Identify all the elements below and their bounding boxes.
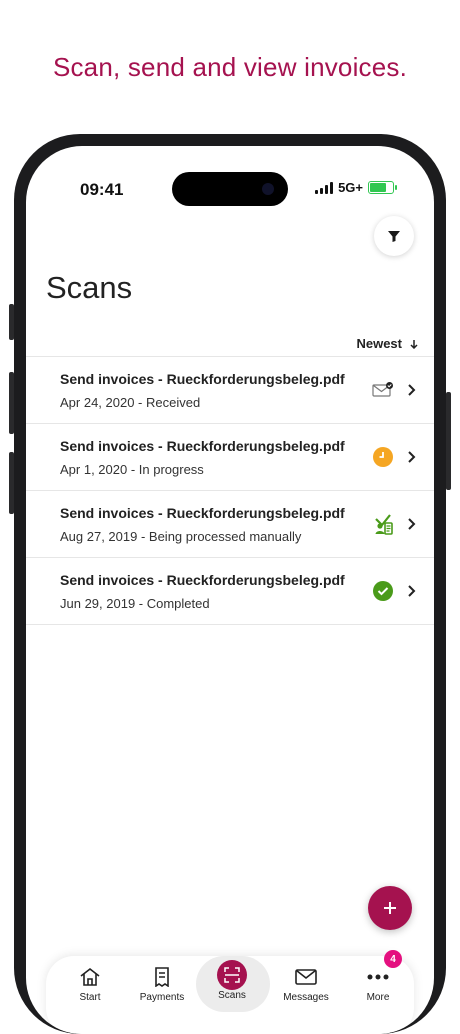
status-time: 09:41 bbox=[80, 180, 124, 199]
nav-item-more[interactable]: More 4 bbox=[340, 950, 416, 1016]
phone-screen: 09:41 5G+ Scans Newest Send invoices - R… bbox=[26, 146, 434, 1034]
add-scan-button[interactable] bbox=[368, 886, 412, 930]
status-indicators: 5G+ bbox=[315, 180, 397, 195]
nav-item-start[interactable]: Start bbox=[52, 956, 128, 1016]
volume-up-button bbox=[9, 372, 14, 434]
chevron-right-icon bbox=[408, 585, 416, 597]
list-item[interactable]: Send invoices - Rueckforderungsbeleg.pdf… bbox=[26, 357, 434, 424]
nav-label: Scans bbox=[218, 990, 246, 1001]
scans-list: Send invoices - Rueckforderungsbeleg.pdf… bbox=[26, 356, 434, 625]
filter-button[interactable] bbox=[374, 216, 414, 256]
list-item[interactable]: Send invoices - Rueckforderungsbeleg.pdf… bbox=[26, 558, 434, 625]
check-circle-icon bbox=[372, 580, 394, 602]
nav-label: More bbox=[366, 992, 390, 1003]
arrow-down-icon bbox=[410, 339, 418, 349]
nav-item-payments[interactable]: Payments bbox=[124, 956, 200, 1016]
signal-icon bbox=[315, 181, 334, 194]
item-title: Send invoices - Rueckforderungsbeleg.pdf bbox=[60, 371, 345, 387]
receipt-icon bbox=[153, 966, 171, 988]
network-label: 5G+ bbox=[338, 180, 363, 195]
nav-item-messages[interactable]: Messages bbox=[268, 956, 344, 1016]
battery-icon bbox=[368, 181, 397, 194]
list-item[interactable]: Send invoices - Rueckforderungsbeleg.pdf… bbox=[26, 424, 434, 491]
item-title: Send invoices - Rueckforderungsbeleg.pdf bbox=[60, 505, 345, 521]
plus-icon bbox=[384, 902, 396, 914]
nav-label: Start bbox=[79, 992, 101, 1003]
home-icon bbox=[79, 966, 101, 988]
sort-label: Newest bbox=[356, 336, 402, 351]
item-subtitle: Jun 29, 2019 - Completed bbox=[60, 596, 210, 611]
item-title: Send invoices - Rueckforderungsbeleg.pdf bbox=[60, 438, 345, 454]
page-title: Scans bbox=[46, 270, 133, 305]
item-subtitle: Apr 24, 2020 - Received bbox=[60, 395, 201, 410]
chevron-right-icon bbox=[408, 451, 416, 463]
scan-icon bbox=[217, 960, 247, 990]
phone-frame: 09:41 5G+ Scans Newest Send invoices - R… bbox=[9, 134, 451, 1034]
clock-icon bbox=[372, 446, 394, 468]
document-person-icon bbox=[372, 513, 394, 535]
chevron-right-icon bbox=[408, 384, 416, 396]
more-dots-icon bbox=[367, 966, 389, 988]
power-button bbox=[446, 392, 451, 490]
list-item[interactable]: Send invoices - Rueckforderungsbeleg.pdf… bbox=[26, 491, 434, 558]
sort-button[interactable]: Newest bbox=[356, 336, 418, 351]
filter-icon bbox=[388, 231, 400, 242]
camera-icon bbox=[262, 183, 274, 195]
nav-label: Messages bbox=[283, 992, 329, 1003]
nav-label: Payments bbox=[139, 992, 185, 1003]
nav-item-scans[interactable]: Scans bbox=[194, 956, 270, 1016]
dynamic-island bbox=[172, 172, 288, 206]
envelope-check-icon bbox=[372, 379, 394, 401]
item-subtitle: Aug 27, 2019 - Being processed manually bbox=[60, 529, 302, 544]
notification-badge: 4 bbox=[384, 950, 402, 968]
side-button bbox=[9, 304, 14, 340]
envelope-icon bbox=[295, 966, 317, 988]
bottom-navigation: Start Payments Scans Messages More 4 bbox=[46, 950, 416, 1034]
item-subtitle: Apr 1, 2020 - In progress bbox=[60, 462, 204, 477]
volume-down-button bbox=[9, 452, 14, 514]
item-title: Send invoices - Rueckforderungsbeleg.pdf bbox=[60, 572, 345, 588]
promo-headline: Scan, send and view invoices. bbox=[52, 52, 408, 82]
chevron-right-icon bbox=[408, 518, 416, 530]
